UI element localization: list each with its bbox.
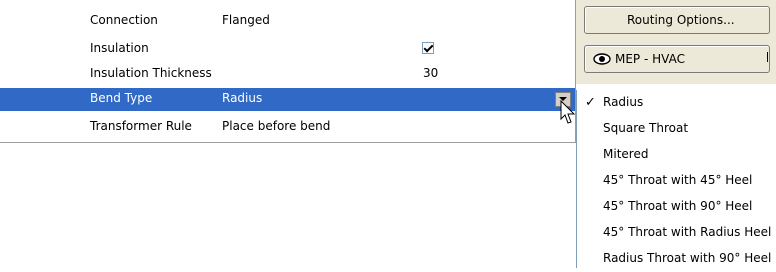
option-label: 45° Throat with Radius Heel	[603, 225, 772, 239]
option-label: Mitered	[603, 147, 649, 161]
row-transformer-rule[interactable]: Transformer Rule Place before bend	[0, 116, 575, 139]
mep-layer-button[interactable]: MEP - HVAC	[584, 45, 770, 73]
property-name: Bend Type	[90, 91, 153, 105]
bend-type-dropdown-list: ✓ Radius Square Throat Mitered 45° Throa…	[576, 90, 776, 268]
dropdown-option[interactable]: Radius Throat with 90° Heel	[577, 246, 776, 272]
routing-options-button[interactable]: Routing Options...	[584, 6, 770, 34]
row-insulation-thickness[interactable]: Insulation Thickness 30	[0, 63, 575, 86]
dropdown-option[interactable]: 45° Throat with 45° Heel	[577, 168, 776, 194]
row-insulation[interactable]: Insulation	[0, 38, 575, 61]
text-caret	[767, 52, 768, 62]
eye-icon	[593, 53, 611, 65]
dropdown-option[interactable]: 45° Throat with 90° Heel	[577, 194, 776, 220]
routing-options-label: Routing Options...	[627, 13, 735, 27]
property-value[interactable]: Radius	[222, 91, 262, 105]
property-name: Transformer Rule	[90, 119, 192, 133]
property-value[interactable]: Flanged	[222, 13, 270, 27]
option-label: 45° Throat with 45° Heel	[603, 173, 753, 187]
option-label: Radius Throat with 90° Heel	[603, 251, 772, 265]
row-connection[interactable]: Connection Flanged	[0, 10, 575, 33]
dropdown-option[interactable]: 45° Throat with Radius Heel	[577, 220, 776, 246]
dropdown-option[interactable]: ✓ Radius	[577, 90, 776, 116]
property-name: Insulation Thickness	[90, 66, 212, 80]
option-label: Radius	[603, 95, 644, 109]
mep-layer-label: MEP - HVAC	[615, 52, 685, 66]
property-value[interactable]: Place before bend	[222, 119, 330, 133]
thickness-value[interactable]: 30	[423, 66, 438, 80]
property-name: Insulation	[90, 41, 149, 55]
property-name: Connection	[90, 13, 158, 27]
checkmark-icon: ✓	[585, 95, 596, 110]
dropdown-option[interactable]: Square Throat	[577, 116, 776, 142]
option-label: 45° Throat with 90° Heel	[603, 199, 753, 213]
row-bend-type[interactable]: Bend Type Radius	[0, 88, 575, 111]
property-grid: Connection Flanged Insulation Insulation…	[0, 0, 576, 143]
insulation-checkbox[interactable]	[422, 42, 434, 54]
dropdown-option[interactable]: Mitered	[577, 142, 776, 168]
option-label: Square Throat	[603, 121, 689, 135]
